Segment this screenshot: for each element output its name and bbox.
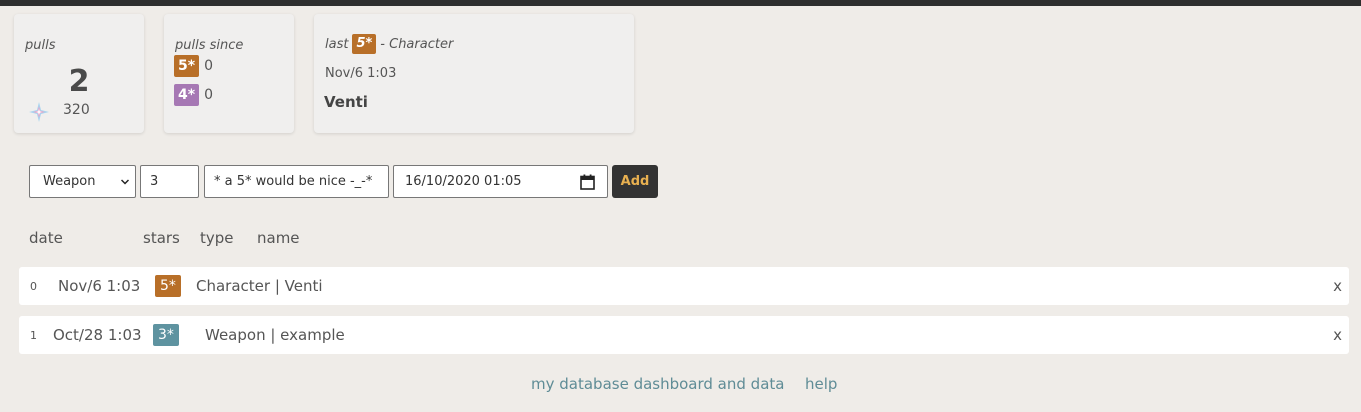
row-star-badge: 5*: [155, 275, 181, 297]
header-name: name: [257, 229, 300, 247]
top-bar: [0, 0, 1361, 6]
four-star-badge: 4*: [174, 84, 200, 106]
header-stars: stars: [143, 229, 180, 247]
table-row: 0 Nov/6 1:03 5* Character | Venti x: [19, 267, 1349, 305]
last-title: last 5* - Character: [325, 34, 453, 54]
pulls-since-card: pulls since 5* 0 4* 0: [164, 14, 294, 133]
help-link[interactable]: help: [805, 375, 837, 393]
pulls-title: pulls: [25, 38, 56, 53]
row-date: Nov/6 1:03: [58, 277, 141, 295]
primogem-value: 320: [63, 102, 90, 118]
date-input-value: 16/10/2020 01:05: [405, 174, 522, 189]
primogem-icon: [29, 102, 49, 122]
pulls-count: 2: [68, 64, 90, 99]
last-name: Venti: [324, 93, 368, 111]
since-four-star-value: 0: [204, 87, 213, 103]
last-five-star-card: last 5* - Character Nov/6 1:03 Venti: [314, 14, 634, 133]
pulls-since-title: pulls since: [175, 38, 244, 53]
type-select[interactable]: Weapon: [29, 165, 136, 198]
header-type: type: [200, 229, 234, 247]
last-star-badge: 5*: [352, 34, 377, 54]
five-star-badge: 5*: [174, 55, 200, 77]
since-five-star-value: 0: [204, 58, 213, 74]
note-input[interactable]: * a 5* would be nice -_-*: [204, 165, 389, 198]
dashboard-link[interactable]: my database dashboard and data: [531, 375, 784, 393]
header-date: date: [29, 229, 63, 247]
add-button[interactable]: Add: [612, 165, 658, 198]
delete-button[interactable]: x: [1333, 277, 1342, 295]
last-date: Nov/6 1:03: [325, 66, 397, 81]
calendar-icon[interactable]: [580, 174, 595, 190]
row-star-badge: 3*: [153, 324, 179, 346]
last-prefix: last: [325, 36, 349, 52]
chevron-down-icon: [121, 179, 129, 185]
date-input[interactable]: 16/10/2020 01:05: [393, 165, 608, 198]
count-input-value: 3: [150, 174, 159, 189]
since-four-star-row: 4* 0: [174, 84, 213, 106]
row-index: 0: [30, 280, 37, 293]
type-select-value: Weapon: [43, 174, 96, 189]
delete-button[interactable]: x: [1333, 326, 1342, 344]
row-date: Oct/28 1:03: [53, 326, 142, 344]
row-description: Character | Venti: [196, 277, 323, 295]
since-five-star-row: 5* 0: [174, 55, 213, 77]
note-input-value: * a 5* would be nice -_-*: [214, 174, 373, 189]
row-description: Weapon | example: [205, 326, 345, 344]
table-row: 1 Oct/28 1:03 3* Weapon | example x: [19, 316, 1349, 354]
count-input[interactable]: 3: [140, 165, 199, 198]
pulls-card: pulls 2 320: [14, 14, 144, 133]
last-suffix: - Character: [380, 36, 454, 52]
row-index: 1: [30, 329, 37, 342]
